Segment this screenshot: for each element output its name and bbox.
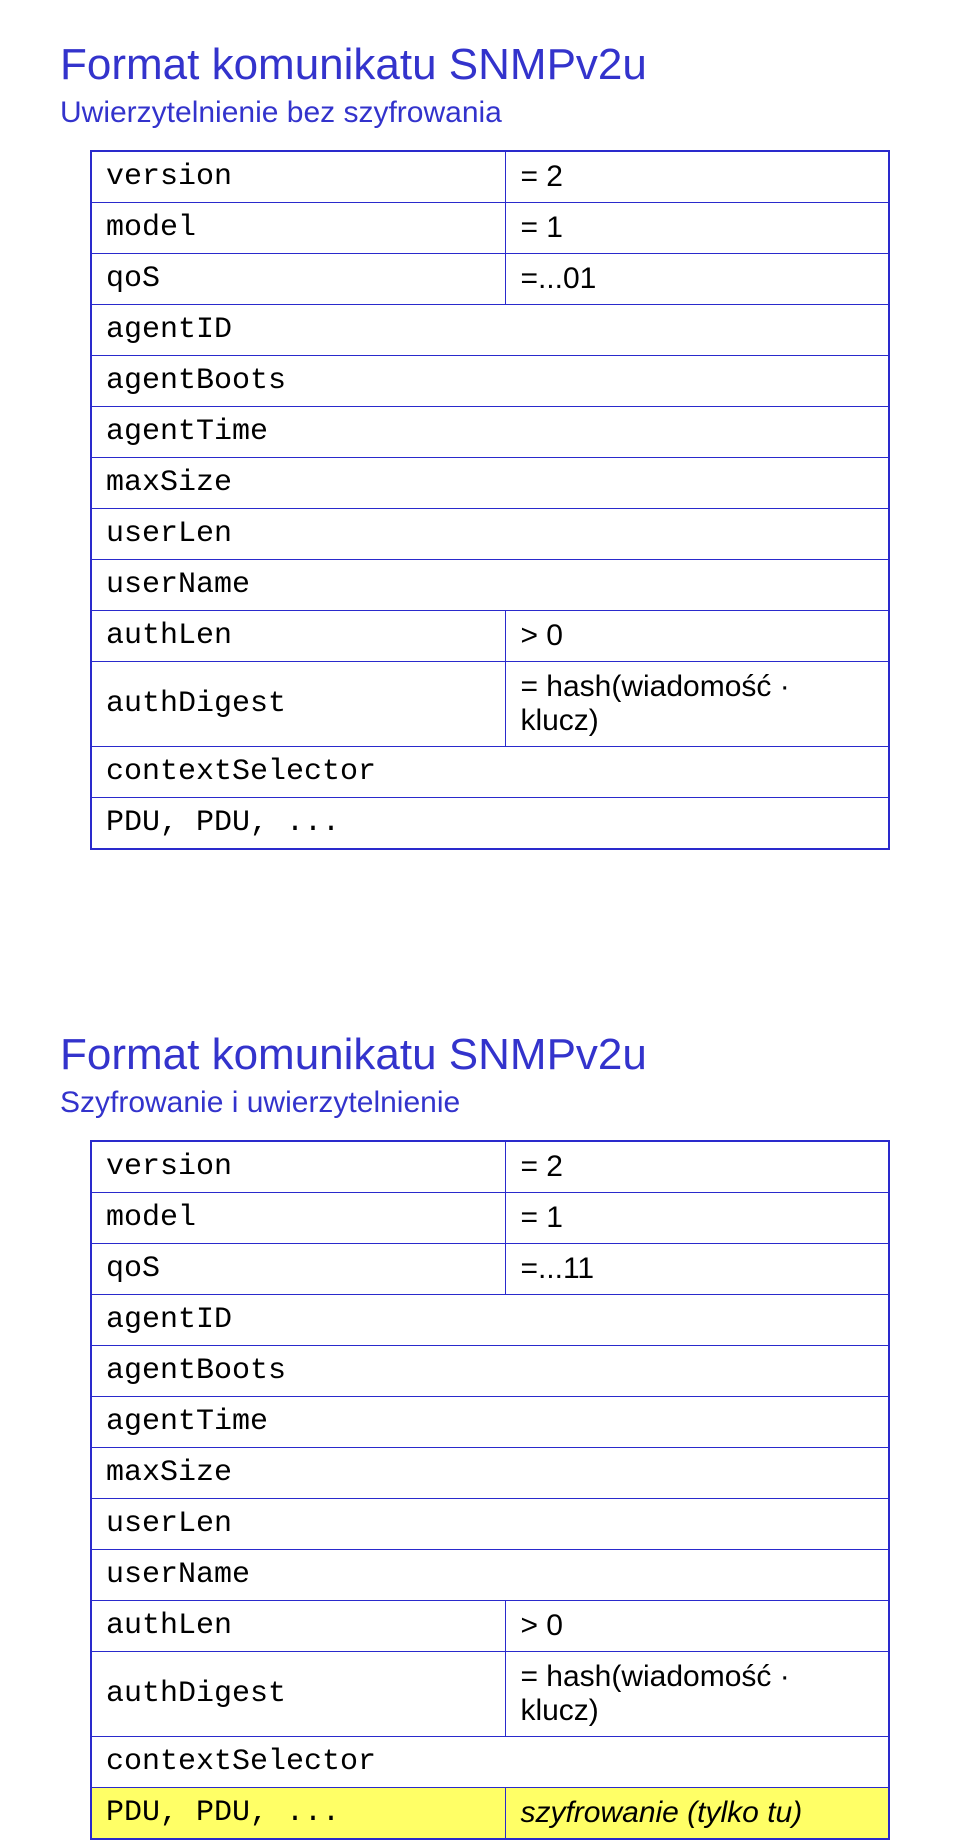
field-value: =...11: [506, 1244, 889, 1295]
field-name: version: [91, 151, 506, 203]
table-row: maxSize: [91, 458, 889, 509]
table-row: userName: [91, 1550, 889, 1601]
table-row: agentBoots: [91, 1346, 889, 1397]
table-row: authLen> 0: [91, 611, 889, 662]
table-row: maxSize: [91, 1448, 889, 1499]
field-name: model: [91, 1193, 506, 1244]
field-name: agentTime: [91, 1397, 889, 1448]
slide-title: Format komunikatu SNMPv2u: [60, 1030, 900, 1080]
table-row: userName: [91, 560, 889, 611]
table-row: version= 2: [91, 1141, 889, 1193]
table-row: agentBoots: [91, 356, 889, 407]
field-name: PDU, PDU, ...: [91, 798, 889, 850]
pdu-table-2: version= 2 model= 1 qoS=...11 agentID ag…: [90, 1140, 890, 1840]
table-row: authDigest= hash(wiadomość · klucz): [91, 1652, 889, 1737]
field-name: authLen: [91, 1601, 506, 1652]
field-name: contextSelector: [91, 1737, 889, 1788]
field-name: qoS: [91, 254, 506, 305]
table-row: qoS=...11: [91, 1244, 889, 1295]
field-name: PDU, PDU, ...: [91, 1788, 506, 1840]
table-row: version= 2: [91, 151, 889, 203]
table-row: contextSelector: [91, 1737, 889, 1788]
field-name: version: [91, 1141, 506, 1193]
field-value: = 1: [506, 203, 889, 254]
field-name: qoS: [91, 1244, 506, 1295]
table-row: agentTime: [91, 1397, 889, 1448]
table-row: model= 1: [91, 1193, 889, 1244]
table-row: authDigest= hash(wiadomość · klucz): [91, 662, 889, 747]
table-row: userLen: [91, 509, 889, 560]
table-row: authLen> 0: [91, 1601, 889, 1652]
field-value: > 0: [506, 611, 889, 662]
field-name: authDigest: [91, 662, 506, 747]
field-value: = 2: [506, 151, 889, 203]
table-row: agentID: [91, 305, 889, 356]
field-name: agentID: [91, 305, 889, 356]
slide-subtitle: Uwierzytelnienie bez szyfrowania: [60, 96, 900, 130]
field-name: model: [91, 203, 506, 254]
slide-subtitle: Szyfrowanie i uwierzytelnienie: [60, 1086, 900, 1120]
field-value: =...01: [506, 254, 889, 305]
field-value: > 0: [506, 1601, 889, 1652]
field-name: maxSize: [91, 458, 889, 509]
field-name: authLen: [91, 611, 506, 662]
pdu-table-1: version= 2 model= 1 qoS=...01 agentID ag…: [90, 150, 890, 850]
table-row: contextSelector: [91, 747, 889, 798]
table-row: userLen: [91, 1499, 889, 1550]
field-value: = hash(wiadomość · klucz): [506, 662, 889, 747]
field-value: szyfrowanie (tylko tu): [506, 1788, 889, 1840]
table-row: agentTime: [91, 407, 889, 458]
slide-2: Format komunikatu SNMPv2u Szyfrowanie i …: [60, 1030, 900, 1840]
table-row: qoS=...01: [91, 254, 889, 305]
field-name: agentTime: [91, 407, 889, 458]
table-row: model= 1: [91, 203, 889, 254]
table-row: agentID: [91, 1295, 889, 1346]
field-name: maxSize: [91, 1448, 889, 1499]
field-name: agentBoots: [91, 356, 889, 407]
slide-1: Format komunikatu SNMPv2u Uwierzytelnien…: [60, 40, 900, 850]
field-value: = hash(wiadomość · klucz): [506, 1652, 889, 1737]
field-value: = 2: [506, 1141, 889, 1193]
field-name: contextSelector: [91, 747, 889, 798]
field-name: authDigest: [91, 1652, 506, 1737]
table-row-highlighted: PDU, PDU, ...szyfrowanie (tylko tu): [91, 1788, 889, 1840]
field-name: agentID: [91, 1295, 889, 1346]
field-name: userName: [91, 560, 889, 611]
field-name: userName: [91, 1550, 889, 1601]
field-name: agentBoots: [91, 1346, 889, 1397]
field-value: = 1: [506, 1193, 889, 1244]
field-name: userLen: [91, 1499, 889, 1550]
slide-title: Format komunikatu SNMPv2u: [60, 40, 900, 90]
table-row: PDU, PDU, ...: [91, 798, 889, 850]
field-name: userLen: [91, 509, 889, 560]
